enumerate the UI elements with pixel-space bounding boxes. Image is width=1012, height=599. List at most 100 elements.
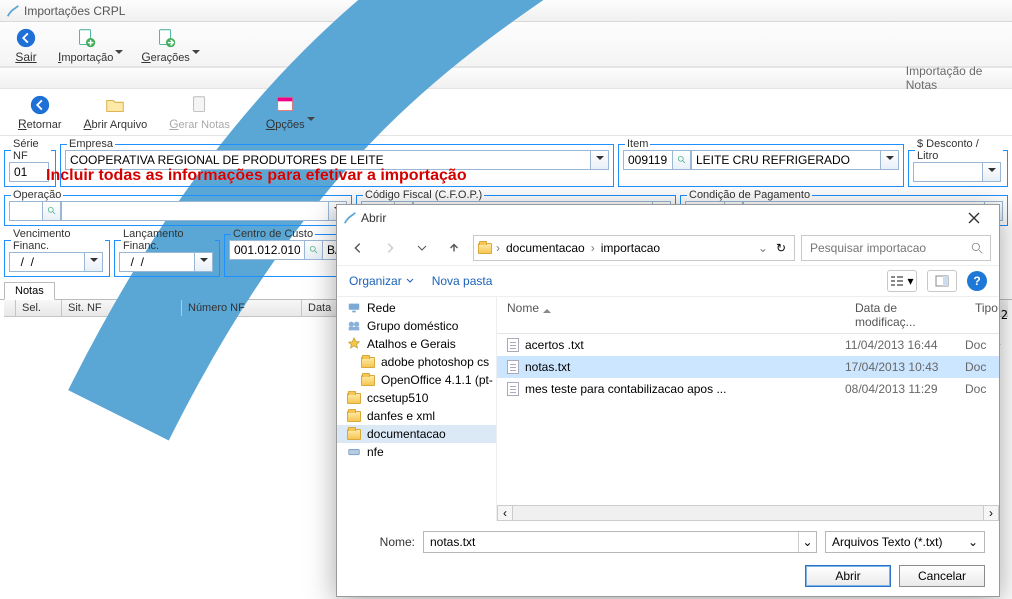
col-date[interactable]: Data de modificaç... <box>845 301 965 329</box>
gerar-notas-button[interactable]: Gerar NotasGerar Notas <box>169 93 230 131</box>
item-label: Item <box>625 138 650 150</box>
refresh-icon[interactable]: ↻ <box>776 241 786 255</box>
sair-button[interactable]: Sair <box>14 26 38 64</box>
crumb-importacao[interactable]: importacao <box>599 241 662 255</box>
cancel-button[interactable]: Cancelar <box>899 565 985 587</box>
options-icon <box>273 93 297 117</box>
chevron-down-icon[interactable]: ⌄ <box>758 241 768 255</box>
inner-title: Importação de Notas <box>906 64 1006 92</box>
organizar-menu[interactable]: Organizar <box>349 274 414 288</box>
tree-item[interactable]: ccsetup510 <box>337 389 496 407</box>
document-icon <box>507 360 519 374</box>
horizontal-scrollbar[interactable]: ‹ › <box>497 505 999 521</box>
file-row[interactable]: acertos .txt11/04/2013 16:44Doc <box>497 334 999 356</box>
tree-item[interactable]: adobe photoshop cs <box>337 353 496 371</box>
opcoes-menu[interactable]: OpçõesOpções <box>266 93 305 131</box>
col-numero[interactable]: Número NF <box>182 300 302 316</box>
filename-dropdown-icon[interactable]: ⌄ <box>798 532 816 552</box>
nova-pasta-button[interactable]: Nova pasta <box>432 274 493 288</box>
file-row[interactable]: notas.txt 17/04/2013 10:43Doc <box>497 356 999 378</box>
centrocusto-code-input[interactable] <box>229 240 305 260</box>
desconto-dropdown-icon[interactable] <box>983 162 1001 182</box>
scroll-left-button[interactable]: ‹ <box>497 505 513 521</box>
importacao-menu[interactable]: IImportaçãomportação <box>58 26 113 64</box>
tab-notas[interactable]: Notas <box>4 282 55 300</box>
preview-icon <box>935 275 949 287</box>
file-name: notas.txt <box>525 360 570 374</box>
file-row[interactable]: mes teste para contabilizacao apos ...08… <box>497 378 999 400</box>
geracoes-menu[interactable]: GGeraçõeserações <box>141 26 189 64</box>
filename-input[interactable] <box>424 532 798 552</box>
breadcrumb[interactable]: › documentacao › importacao ⌄ ↻ <box>473 235 795 261</box>
col-name[interactable]: Nome <box>497 301 845 329</box>
file-type: Doc <box>965 360 999 374</box>
nav-back-button[interactable] <box>345 235 371 261</box>
item-code-input[interactable] <box>623 150 673 170</box>
nav-up-button[interactable] <box>441 235 467 261</box>
serie-nf-input[interactable] <box>9 162 49 182</box>
nav-forward-button[interactable] <box>377 235 403 261</box>
dialog-toolbar: Organizar Nova pasta ▾ ? <box>337 265 999 297</box>
vencfin-dropdown-icon[interactable] <box>85 252 103 272</box>
chevron-right-icon: › <box>496 241 500 255</box>
open-button[interactable]: Abrir <box>805 565 891 587</box>
empresa-dropdown-icon[interactable] <box>591 150 609 170</box>
file-name: mes teste para contabilizacao apos ... <box>525 382 726 396</box>
filename-combo[interactable]: ⌄ <box>423 531 817 553</box>
desconto-input[interactable] <box>913 162 983 182</box>
desconto-field: $ Desconto / Litro <box>908 138 1008 187</box>
col-sel[interactable]: Sel. <box>16 300 62 316</box>
item-text[interactable]: LEITE CRU REFRIGERADO <box>691 150 881 170</box>
empresa-text[interactable]: COOPERATIVA REGIONAL DE PRODUTORES DE LE… <box>65 150 591 170</box>
nav-recent-button[interactable] <box>409 235 435 261</box>
search-box[interactable] <box>801 235 991 261</box>
tree-item[interactable]: Grupo doméstico <box>337 317 496 335</box>
operacao-lookup-icon[interactable] <box>43 201 61 221</box>
search-input[interactable] <box>808 240 971 256</box>
desconto-label: $ Desconto / Litro <box>915 138 1003 162</box>
col-spacer[interactable] <box>4 300 16 316</box>
tree-item[interactable]: danfes e xml <box>337 407 496 425</box>
col-sit[interactable]: Sit. NF <box>62 300 182 316</box>
inner-titlebar: Importação de Notas <box>0 67 1012 89</box>
preview-toggle-button[interactable] <box>927 270 957 292</box>
tree-item[interactable]: Atalhos e Gerais <box>337 335 496 353</box>
centrocusto-lookup-icon[interactable] <box>305 240 323 260</box>
tree-item-label: documentacao <box>367 427 446 441</box>
abrir-arquivo-button[interactable]: Abrir ArquivoAbrir Arquivo <box>84 93 148 131</box>
tree-item[interactable]: OpenOffice 4.1.1 (pt- <box>337 371 496 389</box>
folder-tree[interactable]: RedeGrupo domésticoAtalhos e Geraisadobe… <box>337 297 497 521</box>
vencfin-input[interactable] <box>9 252 85 272</box>
tree-item-label: OpenOffice 4.1.1 (pt- <box>381 373 493 387</box>
file-name: acertos .txt <box>525 338 584 352</box>
item-dropdown-icon[interactable] <box>881 150 899 170</box>
scroll-track[interactable] <box>513 505 983 521</box>
document-icon <box>507 382 519 396</box>
retornar-button[interactable]: RetornarRetornar <box>18 93 62 131</box>
search-icon <box>971 242 984 255</box>
lancfin-dropdown-icon[interactable] <box>195 252 213 272</box>
lancfin-input[interactable] <box>119 252 195 272</box>
folder-icon <box>478 243 492 254</box>
file-type: Doc <box>965 338 999 352</box>
vencfin-field: Vencimento Financ. <box>4 228 110 277</box>
operacao-text[interactable] <box>61 201 329 221</box>
tree-item[interactable]: Rede <box>337 299 496 317</box>
operacao-code-input[interactable] <box>9 201 43 221</box>
chevron-down-icon <box>406 277 414 285</box>
close-button[interactable] <box>955 207 993 229</box>
help-button[interactable]: ? <box>967 271 987 291</box>
view-button[interactable]: ▾ <box>887 270 917 292</box>
file-date: 17/04/2013 10:43 <box>845 360 965 374</box>
scroll-right-button[interactable]: › <box>983 505 999 521</box>
crumb-documentacao[interactable]: documentacao <box>504 241 587 255</box>
serie-nf-label: Série NF <box>11 138 51 162</box>
tree-item[interactable]: nfe <box>337 443 496 461</box>
item-lookup-icon[interactable] <box>673 150 691 170</box>
filetype-filter[interactable]: Arquivos Texto (*.txt)⌄ <box>825 531 985 553</box>
col-type[interactable]: Tipo <box>965 301 999 329</box>
chevron-down-icon: ⌄ <box>968 535 978 549</box>
dialog-buttons: Abrir Cancelar <box>351 553 985 597</box>
tree-item[interactable]: documentacao <box>337 425 496 443</box>
lancfin-label: Lançamento Financ. <box>121 228 215 252</box>
